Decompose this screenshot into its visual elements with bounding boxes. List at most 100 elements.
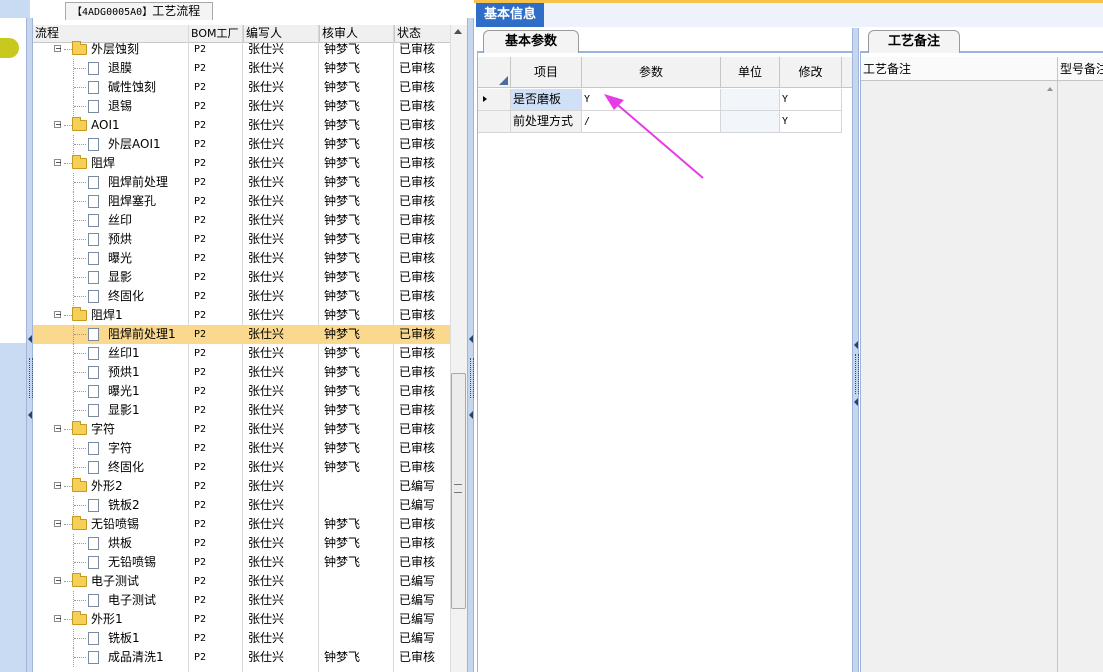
tree-connector [64, 486, 72, 488]
collapse-left-arrow-icon[interactable] [854, 398, 858, 406]
tree-scrollbar-thumb[interactable] [451, 373, 466, 609]
left-splitter[interactable] [26, 18, 33, 672]
tree-row[interactable]: 阻焊塞孔 P2 张仕兴 钟梦飞 已审核 [33, 192, 450, 211]
cell-writer: 张仕兴 [248, 175, 285, 189]
tree-row[interactable]: 终固化 P2 张仕兴 钟梦飞 已审核 [33, 458, 450, 477]
tree-row[interactable]: 显影 P2 张仕兴 钟梦飞 已审核 [33, 268, 450, 287]
process-notes-textarea[interactable] [861, 81, 1058, 672]
tree-row[interactable]: − AOI1 P2 张仕兴 钟梦飞 已审核 [33, 116, 450, 135]
tree-row[interactable]: 无铅喷锡 P2 张仕兴 钟梦飞 已审核 [33, 553, 450, 572]
tab-process-notes[interactable]: 工艺备注 [868, 30, 960, 53]
tree-node-label: 曝光1 [108, 384, 140, 398]
cell-modify[interactable]: Y [780, 89, 842, 111]
collapse-left-arrow-icon[interactable] [469, 335, 473, 343]
tree-row[interactable]: 终固化 P2 张仕兴 钟梦飞 已审核 [33, 287, 450, 306]
scroll-up-arrow-icon[interactable] [454, 29, 462, 34]
collapse-toggle-icon[interactable]: − [54, 311, 62, 319]
tree-row[interactable]: − 外形2 P2 张仕兴 已编写 [33, 477, 450, 496]
tree-row[interactable]: 阻焊前处理 P2 张仕兴 钟梦飞 已审核 [33, 173, 450, 192]
cell-item[interactable]: 是否磨板 [511, 89, 582, 111]
tree-row[interactable]: − 无铅喷锡 P2 张仕兴 钟梦飞 已审核 [33, 515, 450, 534]
cell-reviewer: 钟梦飞 [324, 536, 361, 550]
basic-info-tabstrip [544, 3, 1103, 27]
cell-writer: 张仕兴 [248, 441, 285, 455]
cell-modify[interactable]: Y [780, 111, 842, 133]
tree-row[interactable]: 预烘 P2 张仕兴 钟梦飞 已审核 [33, 230, 450, 249]
tree-row[interactable]: − 外层蚀刻 P2 张仕兴 钟梦飞 已审核 [33, 40, 450, 59]
tree-row[interactable]: − 阻焊 P2 张仕兴 钟梦飞 已审核 [33, 154, 450, 173]
tree-row[interactable]: 碱性蚀刻 P2 张仕兴 钟梦飞 已审核 [33, 78, 450, 97]
tree-row[interactable]: 铣板1 P2 张仕兴 已编写 [33, 629, 450, 648]
right-splitter[interactable] [852, 28, 859, 672]
scroll-up-arrow-icon[interactable] [1047, 87, 1053, 91]
grid-header-unit[interactable]: 单位 [721, 57, 780, 88]
tree-row[interactable]: − 外形1 P2 张仕兴 已编写 [33, 610, 450, 629]
tree-node-label: 丝印 [108, 213, 133, 227]
cell-reviewer: 钟梦飞 [324, 80, 361, 94]
cell-unit[interactable] [721, 89, 780, 111]
collapse-toggle-icon[interactable]: − [54, 520, 62, 528]
cell-reviewer: 钟梦飞 [324, 213, 361, 227]
tree-row[interactable]: − 阻焊1 P2 张仕兴 钟梦飞 已审核 [33, 306, 450, 325]
tree-row[interactable]: 退锡 P2 张仕兴 钟梦飞 已审核 [33, 97, 450, 116]
cell-unit[interactable] [721, 111, 780, 133]
cell-reviewer: 钟梦飞 [324, 365, 361, 379]
tree-node-label: 终固化 [108, 460, 145, 474]
tree-row[interactable]: 字符 P2 张仕兴 钟梦飞 已审核 [33, 439, 450, 458]
collapse-toggle-icon[interactable]: − [54, 425, 62, 433]
cell-status: 已编写 [399, 593, 436, 607]
cell-writer: 张仕兴 [248, 479, 285, 493]
tree-row[interactable]: 曝光1 P2 张仕兴 钟梦飞 已审核 [33, 382, 450, 401]
middle-splitter[interactable] [467, 18, 474, 672]
collapse-toggle-icon[interactable]: − [54, 482, 62, 490]
tab-basic-params[interactable]: 基本参数 [483, 30, 579, 53]
tree-row[interactable]: 退膜 P2 张仕兴 钟梦飞 已审核 [33, 59, 450, 78]
collapse-left-arrow-icon[interactable] [469, 411, 473, 419]
grid-header-item[interactable]: 项目 [511, 57, 582, 88]
document-icon [88, 556, 99, 569]
collapse-toggle-icon[interactable]: − [54, 577, 62, 585]
tree-row[interactable]: 烘板 P2 张仕兴 钟梦飞 已审核 [33, 534, 450, 553]
tree-row[interactable]: 显影1 P2 张仕兴 钟梦飞 已审核 [33, 401, 450, 420]
tree-row[interactable]: 阻焊前处理1 P2 张仕兴 钟梦飞 已审核 [33, 325, 450, 344]
tree-row[interactable]: − 电子测试 P2 张仕兴 已编写 [33, 572, 450, 591]
collapse-left-arrow-icon[interactable] [854, 341, 858, 349]
collapse-toggle-icon[interactable]: − [54, 615, 62, 623]
cell-item[interactable]: 前处理方式 [511, 111, 582, 133]
tree-tab[interactable]: 【4ADG0005A0】工艺流程 [65, 2, 213, 20]
cell-bom-factory: P2 [194, 633, 207, 644]
notes-header-model: 型号备注 [1058, 57, 1103, 81]
tree-row[interactable]: 外层AOI1 P2 张仕兴 钟梦飞 已审核 [33, 135, 450, 154]
tree-row[interactable]: 成品清洗1 P2 张仕兴 钟梦飞 已审核 [33, 648, 450, 667]
cell-bom-factory: P2 [194, 177, 207, 188]
tree-row[interactable]: 丝印 P2 张仕兴 钟梦飞 已审核 [33, 211, 450, 230]
grid-corner[interactable] [478, 57, 511, 88]
tree-node-label: 退膜 [108, 61, 133, 75]
tree-connector [74, 87, 86, 89]
collapse-toggle-icon[interactable]: − [54, 159, 62, 167]
tree-row[interactable]: 铣板2 P2 张仕兴 已编写 [33, 496, 450, 515]
cell-status: 已编写 [399, 479, 436, 493]
collapse-left-arrow-icon[interactable] [28, 411, 32, 419]
tree-row[interactable]: 丝印1 P2 张仕兴 钟梦飞 已审核 [33, 344, 450, 363]
cell-bom-factory: P2 [194, 652, 207, 663]
tree-row[interactable]: 曝光 P2 张仕兴 钟梦飞 已审核 [33, 249, 450, 268]
tree-node-label: 显影1 [108, 403, 140, 417]
row-indicator[interactable] [478, 111, 511, 133]
model-notes-textarea[interactable] [1058, 81, 1103, 672]
tree-row[interactable]: 预烘1 P2 张仕兴 钟梦飞 已审核 [33, 363, 450, 382]
folder-icon [72, 573, 87, 587]
tree-row[interactable]: − 字符 P2 张仕兴 钟梦飞 已审核 [33, 420, 450, 439]
tree-node-label: 字符 [91, 422, 116, 436]
collapse-toggle-icon[interactable]: − [54, 45, 62, 53]
cell-reviewer: 钟梦飞 [324, 441, 361, 455]
collapse-toggle-icon[interactable]: − [54, 121, 62, 129]
grid-header-modify[interactable]: 修改 [780, 57, 842, 88]
grid-header-param[interactable]: 参数 [582, 57, 721, 88]
row-indicator[interactable] [478, 89, 511, 111]
tab-basic-info[interactable]: 基本信息 [476, 3, 544, 27]
cell-status: 已审核 [399, 517, 436, 531]
tree-row[interactable]: 电子测试 P2 张仕兴 已编写 [33, 591, 450, 610]
collapse-left-arrow-icon[interactable] [28, 335, 32, 343]
folder-icon [72, 516, 87, 530]
